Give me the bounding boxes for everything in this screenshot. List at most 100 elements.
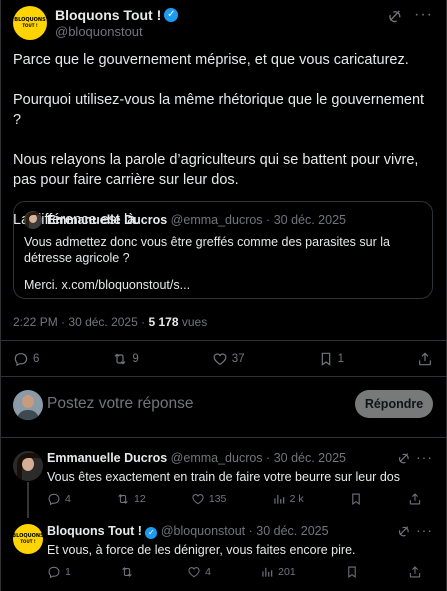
- share-button[interactable]: [417, 351, 433, 367]
- bookmark-count: 1: [337, 353, 344, 365]
- views-icon: [272, 492, 286, 506]
- heart-icon: [187, 565, 201, 579]
- repost-icon: [116, 492, 130, 506]
- post-actions: 6 9 37 1: [13, 351, 433, 367]
- post-detail-page: BLOQUONS TOUT ! Bloquons Tout ! ✓ @bloqu…: [0, 0, 447, 591]
- post-paragraph: Nous relayons la parole d’agriculteurs q…: [13, 152, 419, 188]
- repost-count: 9: [132, 353, 139, 365]
- grok-icon[interactable]: [397, 524, 411, 538]
- share-button[interactable]: [408, 492, 422, 506]
- like-button[interactable]: 4: [187, 565, 211, 579]
- repost-button[interactable]: 12: [116, 492, 146, 506]
- avatar-text-line2: TOUT !: [22, 23, 38, 28]
- like-count: 4: [205, 566, 211, 578]
- quoted-post[interactable]: Emmanuelle Ducros @emma_ducros · 30 déc.…: [13, 201, 433, 299]
- post-paragraph: Parce que le gouvernement méprise, et qu…: [13, 52, 409, 68]
- reply-header: Emmanuelle Ducros @emma_ducros · 30 déc.…: [47, 451, 346, 465]
- quoted-post-text: Vous admettez donc vous être greffés com…: [24, 235, 390, 265]
- quoted-post-date: 30 déc. 2025: [273, 213, 346, 227]
- reply-author-handle[interactable]: @bloquonstout: [161, 524, 245, 538]
- reply-actions: 1 4 201: [47, 565, 422, 579]
- reply-author-handle[interactable]: @emma_ducros: [171, 451, 263, 465]
- reply-text: Vous êtes exactement en train de faire v…: [47, 470, 400, 484]
- heart-icon: [191, 492, 205, 506]
- thread-line: [27, 482, 29, 518]
- more-icon[interactable]: ···: [416, 449, 433, 465]
- divider: [1, 437, 447, 438]
- reply-author-name[interactable]: Emmanuelle Ducros: [47, 451, 167, 465]
- reply-composer: Postez votre réponse Répondre: [13, 388, 433, 422]
- share-icon: [417, 351, 433, 367]
- avatar-text-line2: TOUT !: [20, 539, 36, 544]
- reply-input[interactable]: Postez votre réponse: [47, 395, 193, 413]
- bookmark-icon: [345, 565, 359, 579]
- author-handle[interactable]: @bloquonstout: [55, 24, 143, 39]
- post-meta: 2:22 PM · 30 déc. 2025 · 5 178 vues: [13, 315, 207, 329]
- quoted-post-link: Merci. x.com/bloquonstout/s...: [24, 278, 191, 292]
- views-button[interactable]: 201: [260, 565, 296, 579]
- grok-icon[interactable]: [397, 451, 411, 465]
- repost-count: 12: [134, 493, 146, 505]
- reply-date[interactable]: 30 déc. 2025: [274, 451, 346, 465]
- bookmark-button[interactable]: [349, 492, 363, 506]
- separator: ·: [248, 524, 253, 538]
- like-count: 135: [208, 493, 227, 505]
- reply-icon: [47, 492, 61, 506]
- separator: ·: [266, 451, 271, 465]
- heart-icon: [212, 351, 228, 367]
- share-icon: [408, 565, 422, 579]
- views-count: 201: [278, 566, 296, 578]
- more-icon[interactable]: ···: [414, 6, 433, 24]
- separator: ·: [61, 315, 66, 329]
- reply-header: Bloquons Tout ! ✓ @bloquonstout · 30 déc…: [47, 524, 329, 539]
- reply-count: 4: [65, 493, 71, 505]
- post-header: BLOQUONS TOUT ! Bloquons Tout ! ✓ @bloqu…: [13, 6, 433, 40]
- share-icon: [408, 492, 422, 506]
- post-date[interactable]: 30 déc. 2025: [68, 315, 137, 329]
- views-icon: [260, 565, 274, 579]
- grok-icon[interactable]: [387, 8, 403, 24]
- quoted-author-avatar: [24, 211, 42, 229]
- post-paragraph: Pourquoi utilisez-vous la même rhétoriqu…: [13, 92, 425, 128]
- reply-author-avatar[interactable]: [13, 451, 43, 481]
- divider: [1, 376, 447, 377]
- more-icon[interactable]: ···: [416, 522, 433, 538]
- reply-icon: [47, 565, 61, 579]
- like-count: 37: [231, 353, 245, 365]
- views-button[interactable]: 2 k: [272, 492, 304, 506]
- verified-badge-icon: ✓: [145, 527, 158, 539]
- author-name-row[interactable]: Bloquons Tout ! ✓: [55, 7, 179, 23]
- views-count: 2 k: [289, 493, 304, 505]
- repost-button[interactable]: 9: [112, 351, 139, 367]
- reply-count: 1: [65, 566, 71, 578]
- bookmark-button[interactable]: 1: [318, 351, 344, 367]
- bookmark-button[interactable]: [345, 565, 359, 579]
- quoted-post-header: Emmanuelle Ducros @emma_ducros · 30 déc.…: [47, 213, 346, 227]
- bookmark-icon: [349, 492, 363, 506]
- author-name[interactable]: Bloquons Tout !: [55, 7, 161, 23]
- separator: ·: [266, 213, 271, 227]
- reply-button[interactable]: 6: [13, 351, 39, 367]
- like-button[interactable]: 37: [212, 351, 245, 367]
- repost-button[interactable]: [120, 565, 138, 579]
- post-time[interactable]: 2:22 PM: [13, 315, 58, 329]
- share-button[interactable]: [408, 565, 422, 579]
- author-avatar[interactable]: BLOQUONS TOUT !: [13, 6, 47, 40]
- reply-icon: [13, 351, 29, 367]
- views-count: 5 178: [148, 315, 179, 329]
- reply-date[interactable]: 30 déc. 2025: [256, 524, 328, 538]
- reply-author-avatar[interactable]: BLOQUONS TOUT !: [12, 524, 44, 554]
- reply-button[interactable]: 1: [47, 565, 71, 579]
- reply-text: Et vous, à force de les dénigrer, vous f…: [47, 543, 356, 557]
- like-button[interactable]: 135: [191, 492, 227, 506]
- repost-icon: [120, 565, 134, 579]
- reply-submit-button[interactable]: Répondre: [355, 390, 433, 418]
- current-user-avatar[interactable]: [13, 390, 43, 420]
- separator: ·: [141, 315, 146, 329]
- verified-badge-icon: ✓: [164, 8, 179, 22]
- reply-author-name[interactable]: Bloquons Tout !: [47, 524, 142, 538]
- reply-count: 6: [33, 353, 40, 365]
- quoted-author-name: Emmanuelle Ducros: [47, 213, 168, 227]
- reply-button[interactable]: 4: [47, 492, 71, 506]
- quoted-author-handle: @emma_ducros: [170, 213, 263, 227]
